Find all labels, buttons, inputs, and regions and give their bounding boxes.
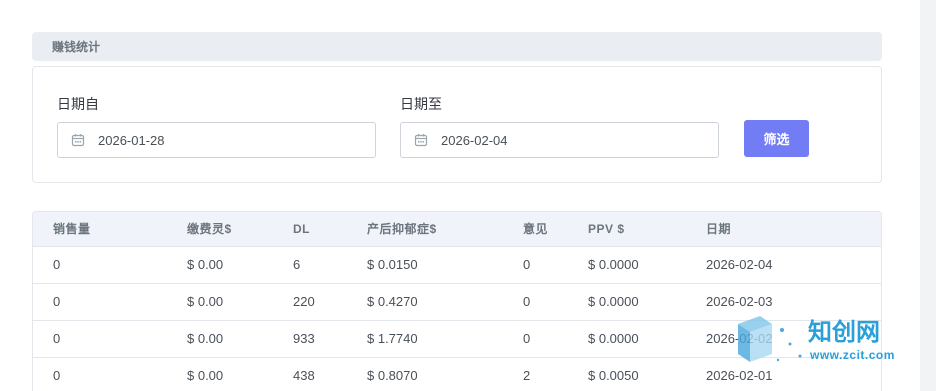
date-to-label: 日期至	[400, 96, 442, 112]
watermark-logo-icon	[738, 316, 802, 362]
table-cell: 0	[33, 357, 167, 391]
table-cell: 2026-02-04	[686, 246, 881, 284]
date-to-value: 2026-02-04	[441, 132, 508, 148]
table-cell: 0	[503, 283, 568, 321]
watermark-title: 知创网	[808, 319, 880, 346]
column-header[interactable]: 销售量	[33, 212, 167, 247]
table-cell: 0	[33, 320, 167, 358]
table-cell: $ 0.0000	[568, 283, 686, 321]
table-cell: 0	[503, 320, 568, 358]
watermark: 知创网 www.zcit.com	[730, 310, 910, 370]
table-cell: $ 0.00	[167, 246, 273, 284]
watermark-url: www.zcit.com	[810, 348, 895, 362]
column-header[interactable]: 产后抑郁症$	[347, 212, 503, 247]
calendar-icon	[401, 133, 441, 147]
scrollbar-track[interactable]	[920, 0, 936, 391]
column-header[interactable]: 意见	[503, 212, 568, 247]
table-cell: 933	[273, 320, 347, 358]
filter-card: 日期自 2026-01-28 日期至 2026-02-04 筛选	[32, 66, 882, 183]
table-cell: $ 0.00	[167, 283, 273, 321]
table-cell: 0	[33, 246, 167, 284]
table-cell: $ 0.4270	[347, 283, 503, 321]
column-header[interactable]: 缴费灵$	[167, 212, 273, 247]
table-cell: 438	[273, 357, 347, 391]
table-cell: $ 0.00	[167, 357, 273, 391]
filter-button[interactable]: 筛选	[744, 120, 809, 157]
column-header[interactable]: PPV $	[568, 212, 686, 247]
date-from-value: 2026-01-28	[98, 132, 165, 148]
table-cell: $ 0.0000	[568, 246, 686, 284]
table-cell: 220	[273, 283, 347, 321]
column-header[interactable]: DL	[273, 212, 347, 247]
date-from-label: 日期自	[57, 96, 99, 112]
table-cell: 6	[273, 246, 347, 284]
table-cell: 0	[33, 283, 167, 321]
table-cell: $ 0.0150	[347, 246, 503, 284]
column-header[interactable]: 日期	[686, 212, 881, 247]
table-header-row: 销售量 缴费灵$ DL 产后抑郁症$ 意见 PPV $ 日期	[33, 212, 881, 247]
calendar-icon	[58, 133, 98, 147]
table-cell: 2	[503, 357, 568, 391]
table-cell: $ 0.0050	[568, 357, 686, 391]
section-header: 赚钱统计	[32, 32, 882, 61]
table-row: 0 $ 0.00 6 $ 0.0150 0 $ 0.0000 2026-02-0…	[33, 246, 881, 284]
table-cell: $ 0.0000	[568, 320, 686, 358]
table-cell: 0	[503, 246, 568, 284]
section-title: 赚钱统计	[52, 40, 101, 54]
date-to-input[interactable]: 2026-02-04	[400, 122, 719, 158]
table-cell: $ 0.8070	[347, 357, 503, 391]
table-cell: $ 0.00	[167, 320, 273, 358]
date-from-input[interactable]: 2026-01-28	[57, 122, 376, 158]
table-cell: $ 1.7740	[347, 320, 503, 358]
